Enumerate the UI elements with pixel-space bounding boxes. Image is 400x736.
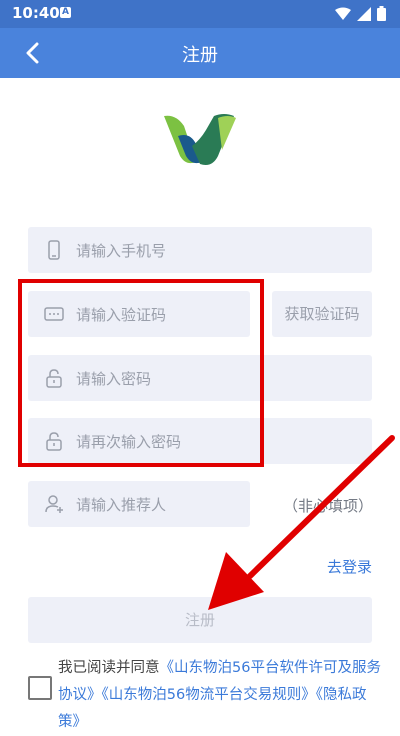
annotation-highlight-box [18,279,264,467]
trading-rules-link[interactable]: 《山东物泊56物流平台交易规则》 [102,687,316,703]
signal-icon [357,6,371,21]
referrer-optional-label: （非必填项） [283,497,374,515]
notification-icon: A [60,7,71,18]
status-time: 10:40 [12,4,60,22]
user-icon [45,495,63,513]
agreement-prefix: 我已阅读并同意 [58,660,160,676]
page-title: 注册 [182,45,218,66]
login-link[interactable]: 去登录 [327,556,372,577]
register-button[interactable]: 注册 [28,597,372,643]
referrer-input[interactable]: 请输入推荐人 [28,481,250,527]
status-bar: 10:40 A [0,0,400,28]
phone-input[interactable]: 请输入手机号 [28,227,372,273]
agreement-checkbox[interactable] [28,676,52,700]
app-logo [164,114,236,165]
phone-icon [48,240,60,260]
phone-placeholder: 请输入手机号 [76,242,167,260]
referrer-placeholder: 请输入推荐人 [76,496,167,514]
wifi-icon [335,7,351,20]
status-icons [335,6,386,21]
app-bar: 注册 [0,28,400,78]
battery-icon [377,6,386,21]
agreement-text: 我已阅读并同意《山东物泊56平台软件许可及服务协议》《山东物泊56物流平台交易规… [58,655,388,736]
get-code-button[interactable]: 获取验证码 [272,291,372,337]
